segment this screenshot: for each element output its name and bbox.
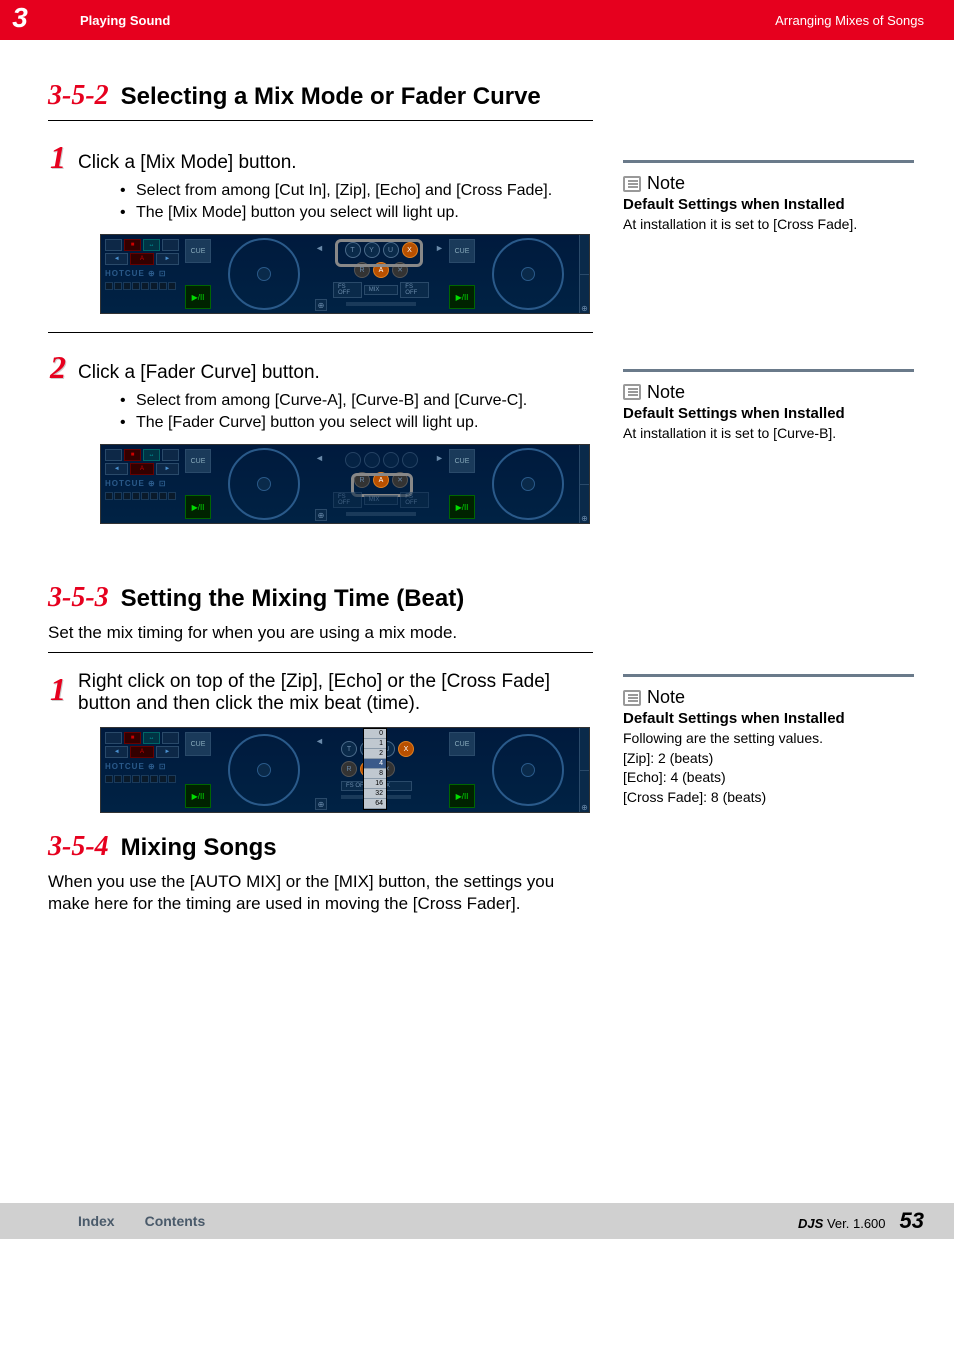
section-352-heading: 3-5-2 Selecting a Mix Mode or Fader Curv…	[48, 80, 593, 112]
cue-button-a[interactable]: CUE	[185, 732, 211, 756]
note-divider	[623, 674, 914, 677]
section-title: Setting the Mixing Time (Beat)	[121, 585, 465, 613]
section-title: Mixing Songs	[121, 834, 277, 862]
fs-off-b[interactable]: FS OFF	[400, 282, 429, 298]
divider	[48, 652, 593, 653]
play-pause-button-a[interactable]: ▶/II	[185, 495, 211, 519]
beat-option[interactable]: 0	[364, 729, 386, 739]
note-icon	[623, 384, 641, 400]
jog-wheel-b[interactable]	[479, 238, 577, 310]
cue-button-b[interactable]: CUE	[449, 449, 475, 473]
section-354-body: When you use the [AUTO MIX] or the [MIX]…	[48, 871, 593, 915]
note-icon	[623, 690, 641, 706]
divider	[48, 120, 593, 121]
divider	[48, 332, 593, 333]
note-icon	[623, 176, 641, 192]
note-divider	[623, 369, 914, 372]
beat-option[interactable]: 32	[364, 789, 386, 799]
note-subtitle: Default Settings when Installed	[623, 405, 914, 422]
note-text: [Echo]: 4 (beats)	[623, 768, 914, 788]
section-title: Selecting a Mix Mode or Fader Curve	[121, 83, 541, 111]
index-link[interactable]: Index	[78, 1213, 115, 1229]
header-section-title: Playing Sound	[80, 13, 170, 28]
beat-option[interactable]: 2	[364, 749, 386, 759]
section-number: 3-5-2	[48, 80, 109, 112]
beat-option-selected[interactable]: 4	[364, 759, 386, 769]
play-pause-button-a[interactable]: ▶/II	[185, 784, 211, 808]
note-heading: Note	[623, 173, 914, 194]
cue-button-a[interactable]: CUE	[185, 239, 211, 263]
note-text: At installation it is set to [Curve-B].	[623, 424, 914, 444]
step-2-bullets: Select from among [Curve-A], [Curve-B] a…	[120, 392, 593, 432]
beat-option[interactable]: 64	[364, 799, 386, 809]
cue-button-b[interactable]: CUE	[449, 239, 475, 263]
note-text: Following are the setting values.	[623, 729, 914, 749]
header-content: Playing Sound Arranging Mixes of Songs	[40, 0, 954, 40]
note-divider	[623, 160, 914, 163]
bullet-item: Select from among [Cut In], [Zip], [Echo…	[120, 182, 593, 200]
cue-button-b[interactable]: CUE	[449, 732, 475, 756]
jog-wheel-a[interactable]	[215, 448, 313, 520]
jog-wheel-a[interactable]	[215, 734, 313, 806]
beat-dropdown[interactable]: 0 1 2 4 8 16 32 64	[363, 728, 387, 810]
section-number: 3-5-3	[48, 582, 109, 614]
step-1-bullets: Select from among [Cut In], [Zip], [Echo…	[120, 182, 593, 222]
play-pause-button-a[interactable]: ▶/II	[185, 285, 211, 309]
mix-mode-highlight	[335, 239, 423, 267]
beat-option[interactable]: 1	[364, 739, 386, 749]
chapter-number-tab: 3	[0, 0, 40, 40]
beat-option[interactable]: 16	[364, 779, 386, 789]
cue-button-a[interactable]: CUE	[185, 449, 211, 473]
mix-beat-screenshot: ■↔ ◄A► HOTCUE ⊕ ⊡ CUE ▶/II	[100, 727, 590, 813]
play-pause-button-b[interactable]: ▶/II	[449, 495, 475, 519]
bullet-item: Select from among [Curve-A], [Curve-B] a…	[120, 392, 593, 410]
jog-wheel-b[interactable]	[479, 734, 577, 806]
note-subtitle: Default Settings when Installed	[623, 710, 914, 727]
mix-button[interactable]: MIX	[364, 285, 399, 295]
play-pause-button-b[interactable]: ▶/II	[449, 784, 475, 808]
note-heading: Note	[623, 382, 914, 403]
page-footer: Index Contents DJS Ver. 1.600 53	[0, 1203, 954, 1239]
step-number-2: 2	[50, 349, 66, 386]
fader-curve-screenshot: ■↔ ◄A► HOTCUE ⊕ ⊡ CUE ▶/II	[100, 444, 590, 524]
step-2-title: Click a [Fader Curve] button.	[78, 362, 320, 384]
note-text: [Cross Fade]: 8 (beats)	[623, 788, 914, 808]
section-353-heading: 3-5-3 Setting the Mixing Time (Beat)	[48, 582, 593, 614]
note-subtitle: Default Settings when Installed	[623, 196, 914, 213]
cross-fader[interactable]	[346, 302, 416, 306]
cross-fader[interactable]	[346, 512, 416, 516]
step-number-1: 1	[50, 139, 66, 176]
version-label: DJS Ver. 1.600	[798, 1216, 885, 1231]
note-heading: Note	[623, 687, 914, 708]
bullet-item: The [Fader Curve] button you select will…	[120, 414, 593, 432]
beat-option[interactable]: 8	[364, 769, 386, 779]
page-number: 53	[900, 1208, 924, 1234]
jog-wheel-b[interactable]	[479, 448, 577, 520]
step-353-1-title: Right click on top of the [Zip], [Echo] …	[78, 671, 593, 715]
section-number: 3-5-4	[48, 831, 109, 863]
contents-link[interactable]: Contents	[145, 1213, 206, 1229]
play-pause-button-b[interactable]: ▶/II	[449, 285, 475, 309]
note-text: At installation it is set to [Cross Fade…	[623, 215, 914, 235]
section-353-intro: Set the mix timing for when you are usin…	[48, 622, 593, 644]
step-number-1: 1	[50, 671, 66, 708]
header-page-context: Arranging Mixes of Songs	[775, 13, 924, 28]
jog-wheel-a[interactable]	[215, 238, 313, 310]
page-header: 3 Playing Sound Arranging Mixes of Songs	[0, 0, 954, 40]
fs-off-a[interactable]: FS OFF	[333, 282, 362, 298]
step-1-title: Click a [Mix Mode] button.	[78, 152, 297, 174]
note-text: [Zip]: 2 (beats)	[623, 749, 914, 769]
mix-mode-screenshot: ■↔ ◄A► HOTCUE ⊕ ⊡ CUE ▶/II	[100, 234, 590, 314]
bullet-item: The [Mix Mode] button you select will li…	[120, 204, 593, 222]
section-354-heading: 3-5-4 Mixing Songs	[48, 831, 593, 863]
